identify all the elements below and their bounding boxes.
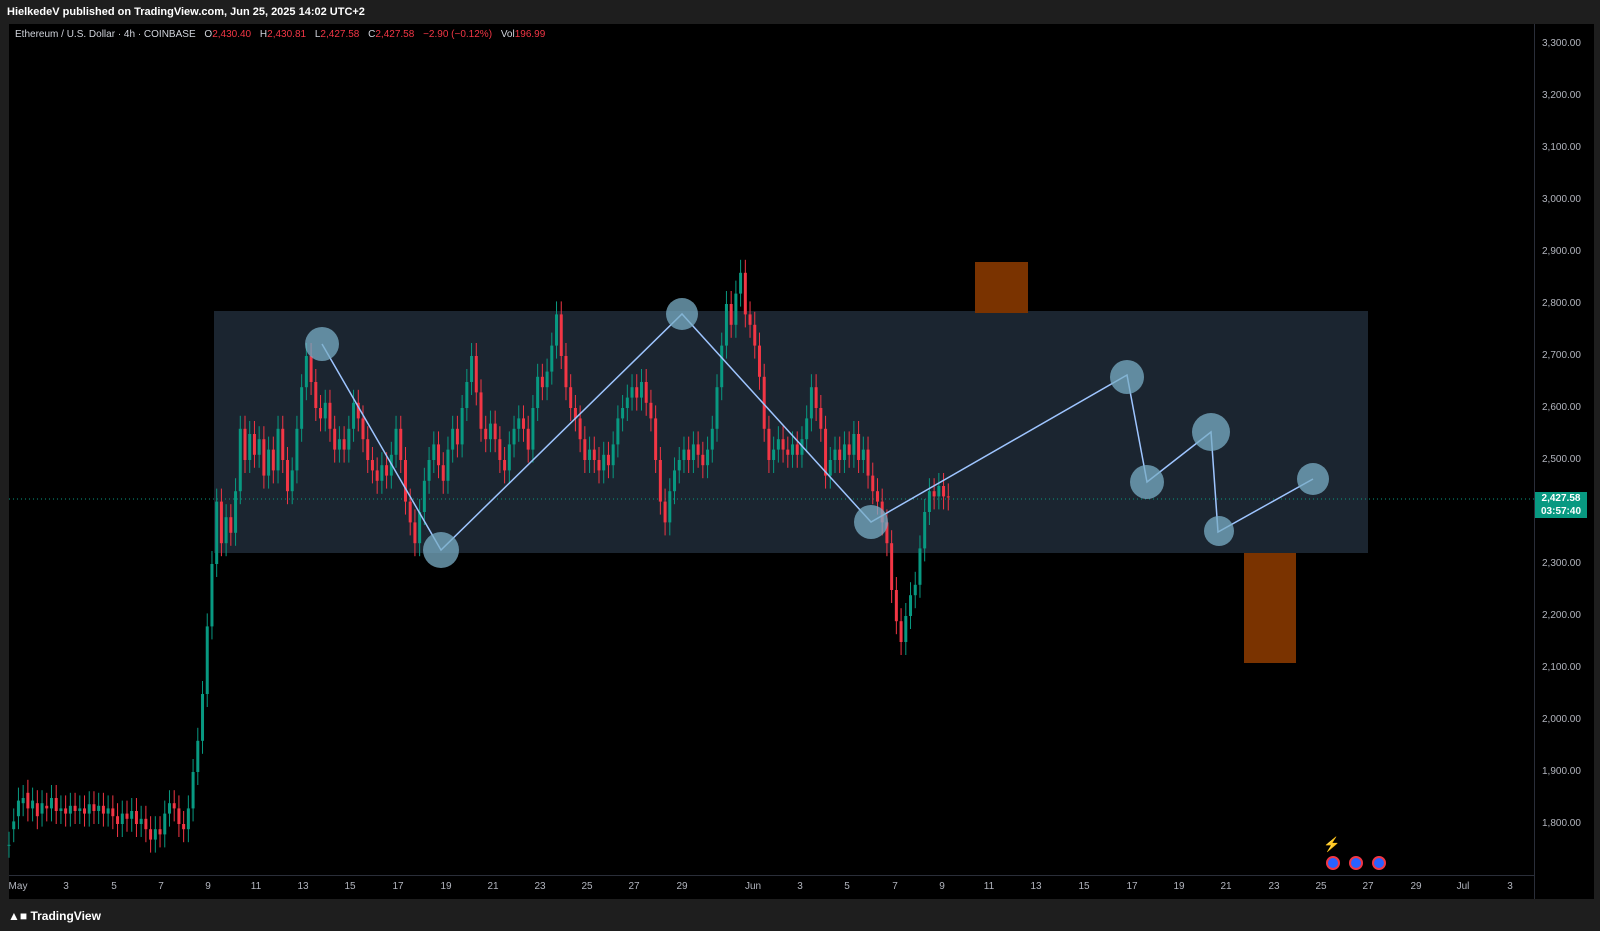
time-tick-label: May	[8, 881, 28, 892]
time-tick-label: 19	[440, 881, 452, 892]
time-tick-label: 15	[1078, 881, 1090, 892]
price-tick-label: 2,000.00	[1542, 714, 1581, 725]
price-tick-label: 3,000.00	[1542, 194, 1581, 205]
lightning-icon[interactable]: ⚡	[1323, 836, 1340, 853]
price-tick-label: 2,100.00	[1542, 662, 1581, 673]
time-tick-label: 7	[158, 881, 164, 892]
time-tick-label: 25	[1315, 881, 1327, 892]
time-tick-label: 7	[892, 881, 898, 892]
time-tick-label: 13	[1030, 881, 1042, 892]
time-tick-label: 3	[63, 881, 69, 892]
change-value: −2.90 (−0.12%)	[423, 29, 493, 40]
price-tick-label: 2,900.00	[1542, 246, 1581, 257]
time-tick-label: 23	[1268, 881, 1280, 892]
countdown-value: 03:57:40	[1540, 506, 1582, 517]
time-tick-label: 21	[1220, 881, 1232, 892]
close-value: 2,427.58	[375, 29, 415, 40]
time-tick-label: 19	[1173, 881, 1185, 892]
publish-header: HielkedeV published on TradingView.com, …	[0, 0, 1600, 24]
time-tick-label: 29	[1410, 881, 1422, 892]
time-tick-label: 23	[534, 881, 546, 892]
logo-text: TradingView	[30, 909, 101, 923]
time-tick-label: Jun	[744, 881, 762, 892]
price-tick-label: 1,900.00	[1542, 766, 1581, 777]
us-flag-event-icon[interactable]	[1372, 856, 1386, 870]
time-tick-label: Jul	[1456, 881, 1470, 892]
current-price-value: 2,427.58	[1541, 493, 1581, 504]
time-tick-label: 17	[392, 881, 404, 892]
footer-bar	[0, 899, 1600, 931]
time-tick-label: 17	[1126, 881, 1138, 892]
price-tick-label: 2,200.00	[1542, 610, 1581, 621]
price-tick-label: 2,700.00	[1542, 350, 1581, 361]
price-tick-label: 3,300.00	[1542, 38, 1581, 49]
time-tick-label: 27	[1362, 881, 1374, 892]
time-tick-label: 3	[1507, 881, 1513, 892]
price-tick-label: 2,300.00	[1542, 558, 1581, 569]
symbol-legend: Ethereum / U.S. Dollar · 4h · COINBASE O…	[15, 29, 545, 40]
open-value: 2,430.40	[212, 29, 252, 40]
tv-logo-icon: ▲■	[8, 909, 31, 923]
time-tick-label: 27	[628, 881, 640, 892]
time-tick-label: 9	[939, 881, 945, 892]
symbol-name: Ethereum / U.S. Dollar · 4h · COINBASE	[15, 29, 196, 40]
volume-label: Vol	[500, 29, 515, 40]
time-tick-label: 11	[250, 881, 262, 892]
price-tick-label: 2,800.00	[1542, 298, 1581, 309]
high-value: 2,430.81	[267, 29, 307, 40]
price-tick-label: 3,100.00	[1542, 142, 1581, 153]
us-flag-event-icon[interactable]	[1326, 856, 1340, 870]
tradingview-logo[interactable]: ▲■ TradingView	[8, 909, 101, 923]
time-tick-label: 13	[297, 881, 309, 892]
time-tick-label: 9	[205, 881, 211, 892]
time-tick-label: 29	[676, 881, 688, 892]
price-tick-label: 1,800.00	[1542, 818, 1581, 829]
time-tick-label: 3	[797, 881, 803, 892]
time-tick-label: 11	[983, 881, 995, 892]
time-tick-label: 5	[844, 881, 850, 892]
time-tick-label: 5	[111, 881, 117, 892]
time-tick-label: 15	[344, 881, 356, 892]
price-tick-label: 2,500.00	[1542, 454, 1581, 465]
us-flag-event-icon[interactable]	[1349, 856, 1363, 870]
time-axis[interactable]	[9, 875, 1534, 900]
price-tick-label: 2,600.00	[1542, 402, 1581, 413]
low-value: 2,427.58	[320, 29, 360, 40]
current-price-badge: 2,427.58 03:57:40	[1535, 492, 1587, 518]
time-tick-label: 25	[581, 881, 593, 892]
chart-frame[interactable]	[0, 24, 1600, 899]
time-tick-label: 21	[487, 881, 499, 892]
volume-value: 196.99	[514, 29, 546, 40]
price-tick-label: 3,200.00	[1542, 90, 1581, 101]
